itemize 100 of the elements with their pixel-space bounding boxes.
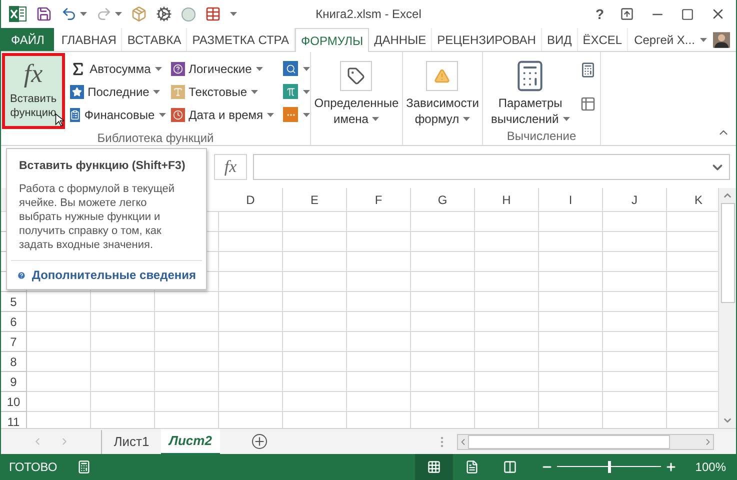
table-cell[interactable] (283, 292, 347, 312)
column-header[interactable]: F (347, 188, 411, 211)
function-category-button[interactable]: Финансовые (70, 103, 166, 126)
circle-icon[interactable] (181, 6, 196, 22)
view-button[interactable] (415, 454, 454, 480)
table-cell[interactable] (539, 232, 603, 252)
calculator-icon[interactable] (580, 62, 596, 78)
table-cell[interactable] (603, 252, 667, 272)
ribbon-tab[interactable]: РЕЦЕНЗИРОВАН (432, 28, 542, 51)
table-cell[interactable] (219, 252, 283, 272)
table-cell[interactable] (475, 312, 539, 332)
table-cell[interactable] (219, 392, 283, 412)
function-category-button[interactable]: Дата и время (170, 103, 278, 126)
table-cell[interactable] (603, 312, 667, 332)
column-header[interactable]: J (603, 188, 667, 211)
table-cell[interactable] (539, 312, 603, 332)
ribbon-tab[interactable]: ЁXCEL (578, 28, 628, 51)
table-cell[interactable] (475, 292, 539, 312)
column-header[interactable]: H (475, 188, 539, 211)
macro-icon[interactable] (77, 460, 92, 474)
table-cell[interactable] (155, 312, 219, 332)
table-cell[interactable] (411, 232, 475, 252)
table-cell[interactable] (283, 312, 347, 332)
zoom-level[interactable]: 100% (695, 458, 726, 476)
table-cell[interactable] (475, 332, 539, 352)
table-cell[interactable] (91, 352, 155, 372)
table-cell[interactable] (539, 212, 603, 232)
ribbon-tab[interactable]: ФОРМУЛЫ (295, 28, 370, 52)
table-cell[interactable] (347, 272, 411, 292)
table-cell[interactable] (411, 212, 475, 232)
row-header[interactable]: 7 (1, 332, 27, 352)
maximize-icon[interactable] (681, 8, 694, 20)
table-cell[interactable] (219, 212, 283, 232)
table-cell[interactable] (539, 332, 603, 352)
help-button[interactable]: ? (595, 4, 604, 24)
table-cell[interactable] (91, 372, 155, 392)
ribbon-tab[interactable]: ВСТАВКА (122, 28, 188, 51)
package-icon[interactable] (131, 6, 147, 22)
column-header[interactable]: E (283, 188, 347, 211)
row-header[interactable]: 10 (1, 392, 27, 412)
table-cell[interactable] (411, 272, 475, 292)
table-cell[interactable] (603, 292, 667, 312)
splitter-handle[interactable] (441, 436, 443, 446)
table-cell[interactable] (347, 232, 411, 252)
table-cell[interactable] (155, 352, 219, 372)
vertical-scrollbar[interactable] (718, 188, 736, 428)
table-cell[interactable] (283, 372, 347, 392)
zoom-thumb[interactable] (608, 461, 611, 473)
table-cell[interactable] (155, 392, 219, 412)
row-header[interactable]: 9 (1, 372, 27, 392)
table-cell[interactable] (283, 352, 347, 372)
table-cell[interactable] (603, 352, 667, 372)
table-cell[interactable] (603, 392, 667, 412)
table-cell[interactable] (219, 372, 283, 392)
ribbon-tab[interactable]: ДАННЫЕ (369, 28, 432, 51)
table-cell[interactable] (347, 372, 411, 392)
table-cell[interactable] (27, 292, 91, 312)
table-cell[interactable] (155, 372, 219, 392)
table-cell[interactable] (219, 272, 283, 292)
table-cell[interactable] (219, 312, 283, 332)
table-cell[interactable] (411, 372, 475, 392)
table-cell[interactable] (155, 332, 219, 352)
table-cell[interactable] (283, 212, 347, 232)
column-header[interactable]: G (411, 188, 475, 211)
table-cell[interactable] (475, 272, 539, 292)
formula-input[interactable] (253, 154, 730, 180)
table-cell[interactable] (539, 392, 603, 412)
table-cell[interactable] (475, 252, 539, 272)
table-cell[interactable] (347, 352, 411, 372)
table-cell[interactable] (411, 252, 475, 272)
table-cell[interactable] (603, 332, 667, 352)
ribbon-tab[interactable]: ГЛАВНАЯ (56, 28, 122, 51)
table-cell[interactable] (219, 232, 283, 252)
sheet-tab[interactable]: Лист2 (161, 428, 220, 454)
function-category-button[interactable]: Автосумма (70, 57, 166, 80)
row-header[interactable]: 6 (1, 312, 27, 332)
table-cell[interactable] (411, 292, 475, 312)
table-cell[interactable] (475, 392, 539, 412)
table-cell[interactable] (155, 292, 219, 312)
undo-icon[interactable] (61, 6, 77, 22)
horizontal-scrollbar[interactable] (457, 434, 714, 450)
table-cell[interactable] (539, 372, 603, 392)
more-info-link[interactable]: Дополнительные сведения (32, 266, 196, 284)
ribbon-button[interactable]: Зависимости формул (406, 52, 479, 145)
table-cell[interactable] (27, 332, 91, 352)
table-cell[interactable] (91, 292, 155, 312)
table-cell[interactable] (539, 352, 603, 372)
ribbon-button[interactable]: Параметры вычислений (491, 52, 570, 127)
ribbon-display-icon[interactable] (620, 7, 634, 21)
zoom-in-icon[interactable] (665, 461, 678, 473)
table-cell[interactable] (411, 312, 475, 332)
table-cell[interactable] (475, 372, 539, 392)
insert-function-button[interactable]: fx (214, 154, 247, 180)
table-cell[interactable] (603, 212, 667, 232)
table-cell[interactable] (283, 232, 347, 252)
table-cell[interactable] (283, 332, 347, 352)
table-cell[interactable] (91, 312, 155, 332)
table-cell[interactable] (347, 212, 411, 232)
table-cell[interactable] (603, 232, 667, 252)
table-cell[interactable] (347, 292, 411, 312)
